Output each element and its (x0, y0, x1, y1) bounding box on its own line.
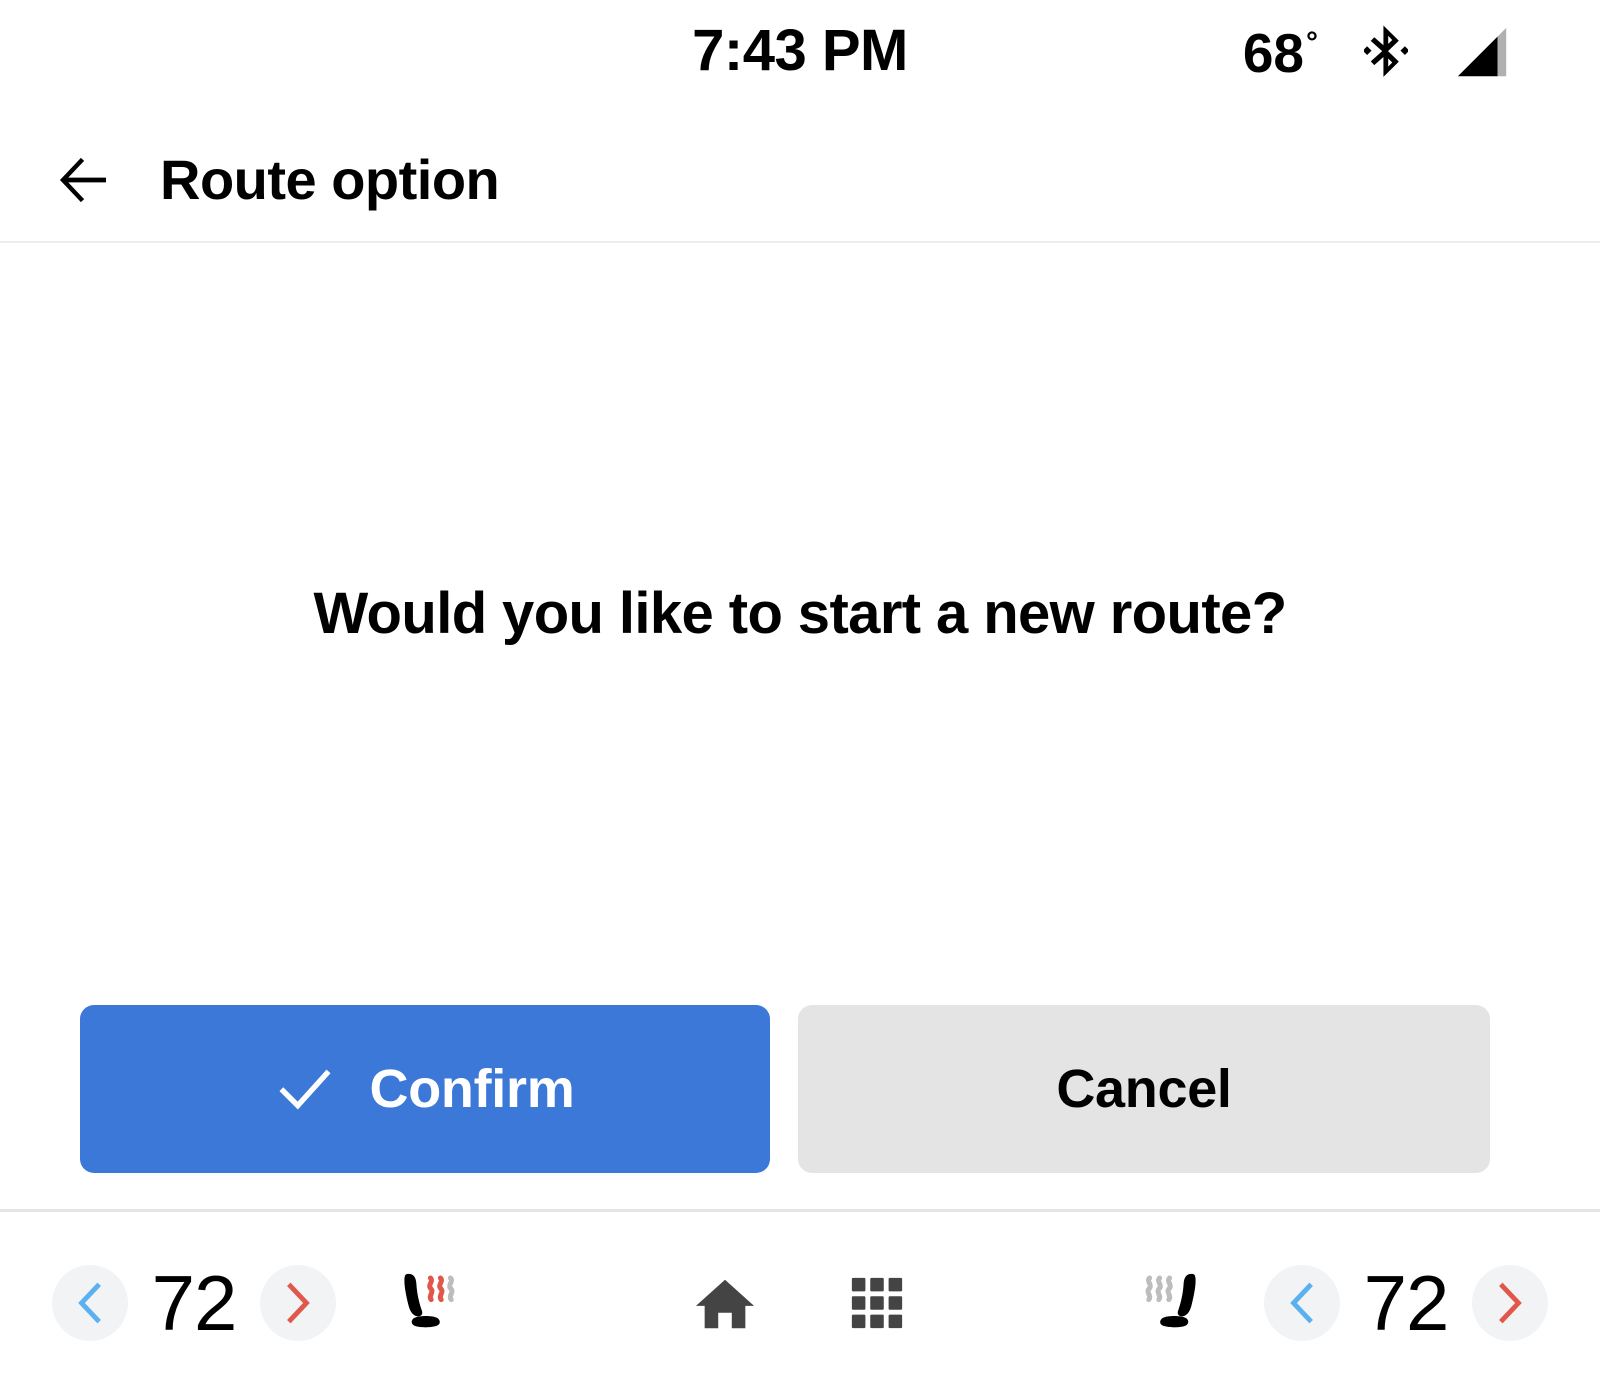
car-infotainment-screen: 7:43 PM 68 ° Route option Would you like … (0, 0, 1600, 1394)
passenger-temp-increase-button[interactable] (1472, 1265, 1548, 1341)
confirm-button-label: Confirm (369, 1059, 575, 1119)
outside-temperature-value: 68 (1242, 21, 1304, 84)
cancel-button[interactable]: Cancel (798, 1005, 1490, 1173)
driver-climate-controls: 72 (52, 1257, 472, 1349)
apps-button[interactable] (848, 1274, 906, 1332)
bluetooth-icon (1364, 25, 1408, 77)
driver-temp-increase-button[interactable] (260, 1265, 336, 1341)
page-title: Route option (160, 147, 500, 211)
cancel-button-label: Cancel (1056, 1059, 1232, 1119)
passenger-temperature-value: 72 (1363, 1259, 1450, 1347)
driver-seat-heater-button[interactable] (380, 1257, 472, 1349)
main-content: Would you like to start a new route? Con… (0, 243, 1600, 1212)
driver-temperature-value: 72 (151, 1259, 238, 1347)
outside-temperature: 68 ° (1242, 21, 1318, 84)
chevron-right-icon (1499, 1282, 1522, 1324)
passenger-temp-decrease-button[interactable] (1264, 1265, 1340, 1341)
cellular-signal-icon (1457, 27, 1507, 77)
status-bar: 7:43 PM 68 ° (0, 0, 1600, 118)
dialog-prompt-text: Would you like to start a new route? (313, 581, 1287, 646)
passenger-climate-controls: 72 (1128, 1257, 1548, 1349)
chevron-right-icon (287, 1282, 310, 1324)
degree-symbol: ° (1306, 25, 1318, 59)
home-button[interactable] (694, 1272, 756, 1334)
chevron-left-icon (1290, 1282, 1313, 1324)
back-arrow-icon[interactable] (58, 154, 110, 206)
heated-seat-icon (1145, 1273, 1196, 1328)
dialog-actions: Confirm Cancel (80, 1005, 1490, 1173)
heated-seat-icon (404, 1273, 455, 1328)
checkmark-icon (278, 1069, 331, 1110)
app-bar: Route option (0, 118, 1600, 243)
apps-grid-icon (851, 1277, 903, 1329)
driver-temp-decrease-button[interactable] (52, 1265, 128, 1341)
system-nav-buttons (694, 1272, 906, 1334)
confirm-button[interactable]: Confirm (80, 1005, 770, 1173)
climate-control-bar: 72 72 (0, 1212, 1600, 1394)
status-indicators: 68 ° (1243, 20, 1512, 86)
chevron-left-icon (78, 1282, 101, 1324)
home-icon (695, 1279, 755, 1329)
passenger-seat-heater-button[interactable] (1128, 1257, 1220, 1349)
